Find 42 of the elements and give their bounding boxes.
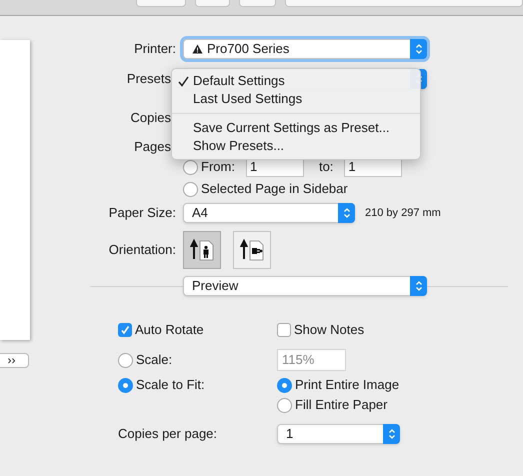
field-label: Presets: [126, 70, 171, 88]
toolbar-button[interactable]: [136, 0, 186, 7]
option-label: Scale:: [136, 351, 172, 370]
option-label: From:: [201, 158, 235, 176]
checkbox-label: Auto Rotate: [135, 321, 204, 340]
option-label: Scale to Fit:: [136, 376, 205, 394]
option-label: Fill Entire Paper: [295, 396, 388, 414]
paper-size-popup[interactable]: A4: [183, 203, 355, 223]
orientation-button[interactable]: [233, 231, 271, 269]
radio-button[interactable]: [118, 378, 133, 392]
copies-per-page-popup[interactable]: 1: [277, 424, 400, 444]
option-label: Print Entire Image: [295, 376, 400, 394]
field-label: Copies per page:: [118, 425, 218, 444]
radio-button[interactable]: [183, 182, 198, 196]
checkbox[interactable]: [118, 323, 132, 337]
checkmark-icon: [178, 76, 189, 87]
field-label: Copies: [130, 109, 171, 128]
toolbar-button[interactable]: [239, 0, 276, 7]
field-label: Printer:: [134, 40, 176, 58]
checkbox-label: Show Notes: [294, 321, 364, 340]
printer-popup[interactable]: Pro700 Series: [183, 39, 427, 59]
radio-button[interactable]: [277, 398, 292, 412]
radio-button[interactable]: [183, 160, 198, 174]
section-popup[interactable]: Preview: [183, 276, 427, 296]
menu-item[interactable]: Show Presets...: [172, 137, 420, 155]
menu-item[interactable]: Last Used Settings: [172, 90, 420, 108]
sidebar-toggle-button[interactable]: ››: [0, 353, 29, 368]
field-label: Orientation:: [108, 241, 176, 260]
field-label: Paper Size:: [108, 204, 176, 222]
menu-item[interactable]: Save Current Settings as Preset...: [172, 119, 420, 137]
radio-button[interactable]: [277, 378, 292, 392]
menu-item[interactable]: Default Settings: [172, 72, 420, 90]
field-label: Pages: [134, 138, 171, 156]
checkbox[interactable]: [277, 323, 291, 337]
option-label: Selected Page in Sidebar: [201, 180, 348, 198]
radio-button[interactable]: [118, 352, 133, 368]
paper-dimensions: 210 by 297 mm: [365, 206, 441, 221]
search-field[interactable]: [285, 0, 523, 7]
orientation-button[interactable]: [183, 231, 221, 269]
warning-icon: [192, 44, 203, 54]
field-label: to:: [318, 158, 334, 176]
toolbar-button[interactable]: [194, 0, 230, 7]
